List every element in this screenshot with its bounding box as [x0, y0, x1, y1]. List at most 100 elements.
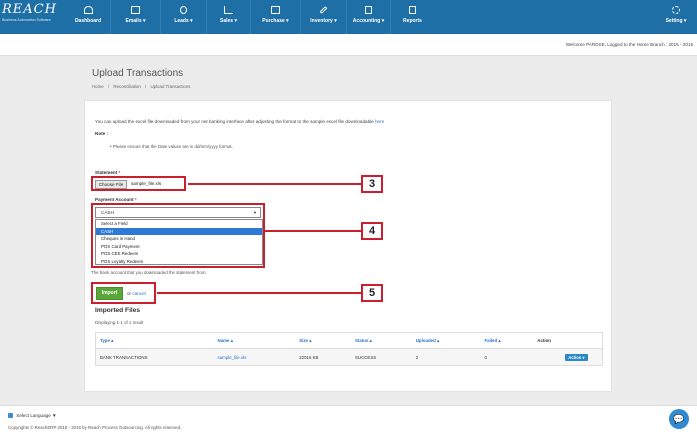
nav-emails-label: Emails ▾ — [125, 18, 146, 24]
nav-reports-label: Reports — [403, 18, 422, 24]
nav-sales-label: Sales ▾ — [220, 18, 237, 24]
logo[interactable]: REACH Business Automation Software — [2, 3, 62, 31]
nav-accounting-label: Accounting ▾ — [352, 18, 385, 24]
note-bullet: • Please ensure that the Date values are… — [110, 144, 233, 149]
selected-file-name: sample_file.xls — [131, 181, 162, 186]
chevron-down-icon: ▼ — [253, 210, 257, 215]
payment-dropdown-highlight: CASH ▼ Select a Field CASH Cheques in Ha… — [91, 203, 265, 268]
nav-leads[interactable]: Leads ▾ — [160, 0, 206, 34]
footer: Select Language ▼ Copyrights © ReachERP … — [0, 405, 697, 437]
payment-option[interactable]: Cheques in Hand — [96, 235, 262, 243]
results-count: Displaying 1-1 of 1 result — [95, 320, 144, 325]
nav-settings-label: Setting ▾ — [665, 18, 687, 24]
nav-inventory[interactable]: Inventory ▾ — [300, 0, 346, 34]
language-selector[interactable]: Select Language ▼ — [8, 413, 57, 419]
import-highlight: Import or cancel — [91, 282, 156, 304]
payment-account-select[interactable]: CASH ▼ — [95, 207, 261, 218]
welcome-text: Welcome PARDSE, Logged to the Home Branc… — [565, 42, 693, 47]
column-type[interactable]: Type ▴ — [96, 338, 214, 344]
payment-option[interactable]: POS CEE Redeem — [96, 250, 262, 258]
column-uploaded[interactable]: Uploaded ▴ — [412, 338, 481, 344]
upload-card: You can upload the excel file downloaded… — [84, 100, 612, 392]
callout-3: 3 — [361, 175, 383, 193]
copyright-text: Copyrights © ReachERP 2015 - 2016 by Rea… — [8, 425, 182, 430]
google-translate-icon — [8, 413, 13, 419]
intro-text: You can upload the excel file downloaded… — [95, 119, 384, 124]
cancel-link[interactable]: cancel — [132, 291, 145, 296]
gear-icon — [672, 6, 680, 14]
payment-option[interactable]: Select a Field — [96, 220, 262, 228]
subheader: Welcome PARDSE, Logged to the Home Branc… — [0, 34, 697, 56]
imported-files-heading: Imported Files — [95, 307, 141, 314]
bar-chart-icon — [224, 6, 233, 14]
required-mark: * — [134, 197, 137, 202]
cell-action: Action ▾ — [533, 353, 602, 361]
nav-reports[interactable]: Reports — [390, 0, 434, 34]
callout-4: 4 — [361, 222, 383, 240]
column-failed[interactable]: Failed ▴ — [480, 338, 533, 344]
payment-option-selected[interactable]: CASH — [96, 227, 262, 236]
payment-selected-value: CASH — [101, 210, 114, 215]
report-icon — [409, 6, 416, 14]
cell-failed: 0 — [484, 354, 487, 360]
column-name[interactable]: Name ▴ — [214, 338, 296, 344]
mail-icon — [131, 6, 140, 14]
breadcrumb-home[interactable]: Home — [92, 84, 104, 89]
nav-settings[interactable]: Setting ▾ — [656, 0, 696, 34]
or-text: or — [127, 291, 132, 296]
money-icon — [271, 6, 280, 14]
column-size[interactable]: Size ▴ — [295, 338, 351, 344]
payment-help-text: The bank account that you downloaded the… — [91, 270, 207, 275]
cell-name: sample_file.xls — [214, 355, 296, 360]
payment-account-label: Payment Account * — [95, 197, 137, 202]
payment-option[interactable]: POS Card Payment — [96, 243, 262, 251]
imported-files-table: Type ▴ Name ▴ Size ▴ Status ▴ Uploaded ▴… — [95, 332, 603, 366]
nav-accounting[interactable]: Accounting ▾ — [346, 0, 390, 34]
nav-dashboard[interactable]: Dashboard — [66, 0, 110, 34]
note-heading: Note : — [95, 131, 109, 136]
statement-label-text: Statement — [95, 170, 118, 175]
breadcrumb: Home / Reconciliation / Upload Transacti… — [92, 84, 194, 89]
logo-text: REACH — [2, 2, 57, 17]
sample-file-link[interactable]: here — [375, 119, 384, 124]
nav-purchase[interactable]: Purchase ▾ — [250, 0, 300, 34]
nav-emails[interactable]: Emails ▾ — [110, 0, 160, 34]
cell-status: SUCCESS — [354, 354, 377, 360]
wrench-icon — [319, 6, 328, 14]
nav-dashboard-label: Dashboard — [74, 18, 102, 24]
nav-sales[interactable]: Sales ▾ — [206, 0, 250, 34]
intro-body: You can upload the excel file downloaded… — [95, 119, 374, 124]
breadcrumb-reconciliation[interactable]: Reconciliation — [113, 84, 140, 89]
file-link[interactable]: sample_file.xls — [218, 355, 247, 360]
choose-file-button[interactable]: Choose File — [95, 180, 127, 189]
nav-leads-label: Leads ▾ — [174, 18, 193, 24]
cell-type: BANK TRANSACTIONS — [100, 354, 148, 360]
callout-line — [188, 183, 361, 185]
or-cancel: or cancel — [127, 291, 146, 296]
language-selector-label: Select Language ▼ — [16, 413, 57, 418]
chat-button[interactable]: 💬 — [669, 409, 689, 429]
page-title: Upload Transactions — [92, 68, 184, 79]
required-mark: * — [118, 170, 121, 175]
calculator-icon — [365, 6, 372, 14]
nav-purchase-label: Purchase ▾ — [262, 18, 289, 24]
callout-line — [157, 292, 361, 294]
payment-option[interactable]: POS Loyalty Redeem — [96, 258, 262, 266]
chat-icon: 💬 — [673, 414, 685, 424]
callout-line — [264, 230, 361, 232]
table-row: BANK TRANSACTIONS sample_file.xls 22016 … — [96, 349, 602, 365]
cell-uploaded: 2 — [415, 354, 419, 360]
payment-account-label-text: Payment Account — [95, 197, 134, 202]
breadcrumb-current: Upload Transactions — [150, 84, 191, 89]
column-status[interactable]: Status ▴ — [351, 338, 412, 344]
column-action: Action — [537, 338, 551, 343]
leads-icon — [180, 6, 187, 14]
import-button[interactable]: Import — [96, 287, 123, 300]
callout-5: 5 — [361, 284, 383, 302]
action-button[interactable]: Action ▾ — [565, 353, 588, 361]
payment-options-list: Select a Field CASH Cheques in Hand POS … — [95, 219, 263, 265]
nav-inventory-label: Inventory ▾ — [310, 18, 337, 24]
top-navbar: REACH Business Automation Software Dashb… — [0, 0, 697, 34]
breadcrumb-separator: / — [107, 84, 110, 89]
file-input-highlight: Choose File sample_file.xls — [91, 176, 186, 191]
